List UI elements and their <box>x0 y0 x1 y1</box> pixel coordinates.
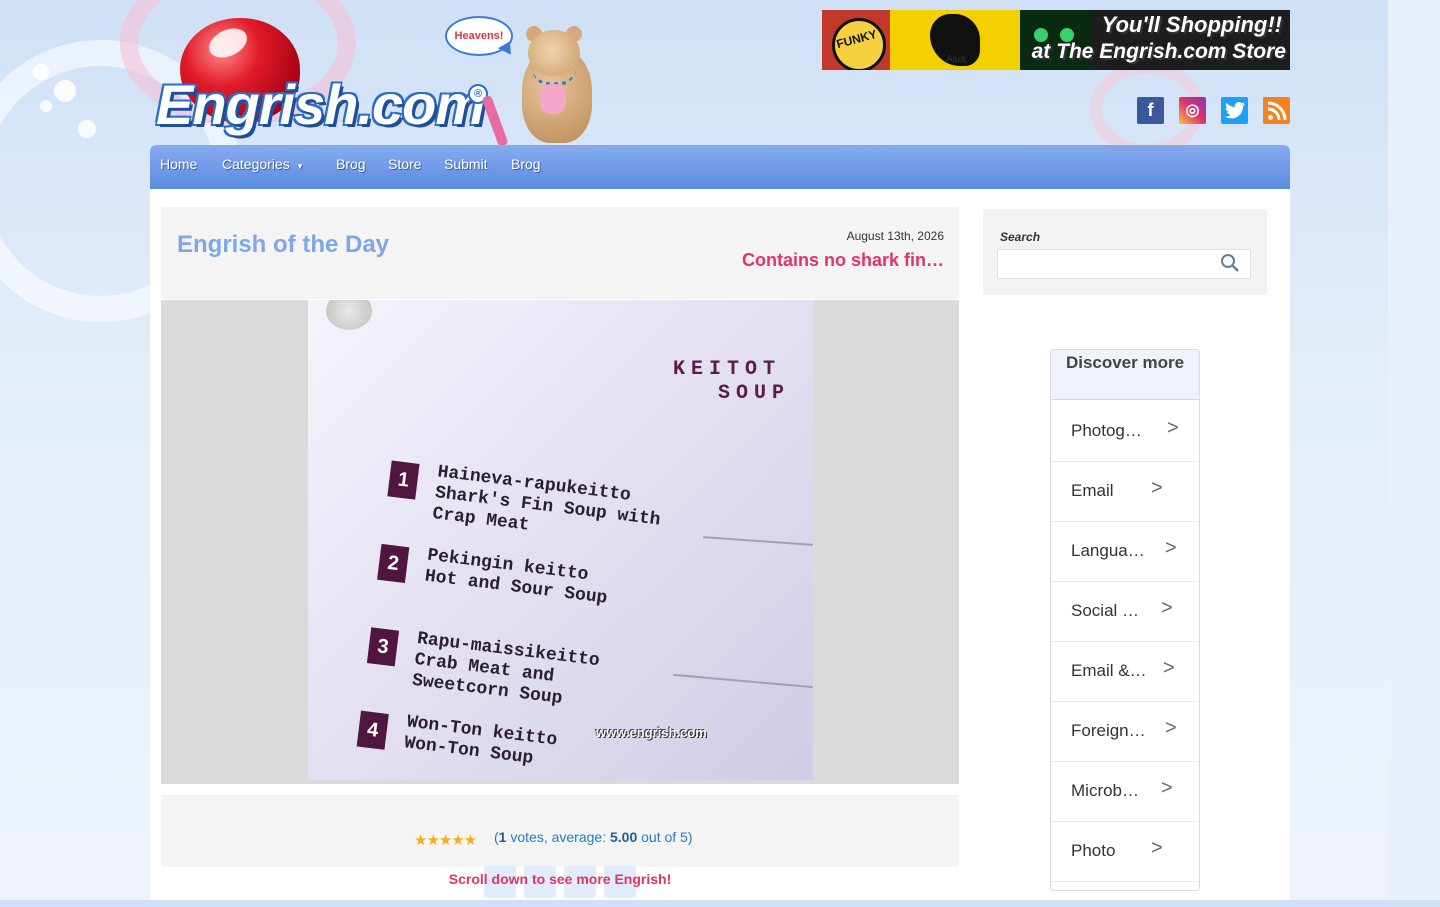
store-banner-ad[interactable]: FUNKY Asia You'll Shopping!! at The Engr… <box>822 10 1290 70</box>
post-title: Engrish of the Day <box>177 231 390 258</box>
chevron-right-icon: > <box>1161 777 1173 799</box>
menu-title-1: KEITOT <box>673 358 782 381</box>
nav-categories[interactable]: Categories ▾ <box>222 156 302 172</box>
dish-number: 2 <box>377 543 410 584</box>
banner-subline: at The Engrish.com Store <box>1031 40 1286 63</box>
nav-store[interactable]: Store <box>388 156 421 172</box>
nav-submit[interactable]: Submit <box>444 156 488 172</box>
search-input[interactable] <box>997 249 1251 279</box>
umbrella-graphic <box>481 94 509 148</box>
bg-bubble <box>33 64 49 80</box>
photo-frame: KEITOT SOUP 1 Haineva-rapukeitto Shark's… <box>161 300 959 784</box>
dish-text: Won-Ton keitto Won-Ton Soup <box>403 712 559 769</box>
bg-bubble <box>78 120 96 138</box>
dish-number: 1 <box>387 460 420 500</box>
chevron-right-icon: > <box>1151 477 1163 499</box>
post-header: Engrish of the Day August 13th, 2026 Con… <box>161 207 959 299</box>
nav-brog-2[interactable]: Brog <box>511 156 541 172</box>
rating-summary: (1 votes, average: 5.00 out of 5) <box>494 829 693 845</box>
instagram-icon[interactable]: ◎ <box>1179 97 1206 124</box>
discover-item[interactable]: Email &… > <box>1051 641 1199 702</box>
discover-item[interactable]: Email > <box>1051 461 1199 522</box>
post-photo[interactable]: KEITOT SOUP 1 Haineva-rapukeitto Shark's… <box>308 300 813 780</box>
post-date: August 13th, 2026 <box>846 229 944 243</box>
page-side-stripe <box>1388 0 1440 900</box>
chevron-right-icon: > <box>1161 597 1173 619</box>
star-rating[interactable]: ★★★★★ <box>414 831 477 849</box>
page-content: Engrish of the Day August 13th, 2026 Con… <box>150 189 1290 900</box>
rating-area: ★★★★★ (1 votes, average: 5.00 out of 5) <box>161 795 959 867</box>
dish-text: Pekingin keitto Hot and Sour Soup <box>423 545 609 609</box>
discover-item[interactable]: Social … > <box>1051 581 1199 642</box>
main-nav: Home Categories ▾ Brog Store Submit Brog <box>150 145 1290 189</box>
chevron-right-icon: > <box>1165 717 1177 739</box>
search-widget: Search <box>983 209 1267 295</box>
wall-knob <box>326 300 372 330</box>
discover-item[interactable]: Langua… > <box>1051 521 1199 582</box>
chevron-right-icon: > <box>1151 837 1163 859</box>
nav-categories-label: Categories <box>222 156 290 172</box>
bg-bubble <box>54 80 76 102</box>
twitter-icon[interactable] <box>1221 97 1248 124</box>
dish-text: Haineva-rapukeitto Shark's Fin Soup with… <box>431 462 662 536</box>
menu-title-2: SOUP <box>718 382 791 405</box>
average-rating: 5.00 <box>609 829 638 845</box>
discover-title: Discover more <box>1051 350 1199 400</box>
discover-item[interactable]: Photog… > <box>1051 401 1199 462</box>
chevron-down-icon: ▾ <box>297 161 303 171</box>
nav-brog[interactable]: Brog <box>336 156 366 172</box>
post: Engrish of the Day August 13th, 2026 Con… <box>161 207 959 907</box>
bg-bubble <box>40 100 52 112</box>
chevron-right-icon: > <box>1163 657 1175 679</box>
chevron-right-icon: > <box>1167 417 1179 439</box>
post-subtitle-link[interactable]: Contains no shark fin… <box>742 250 944 271</box>
discover-item[interactable]: Foreign… > <box>1051 701 1199 762</box>
dish-number: 3 <box>366 627 400 667</box>
dish-number: 4 <box>356 710 389 750</box>
discover-more-panel: Discover more Photog… > Email > Langua… … <box>1050 349 1200 891</box>
discover-item[interactable]: Photo > <box>1051 821 1199 882</box>
dish-text: Rapu-maissikeitto Crab Meat and Sweetcor… <box>410 629 601 710</box>
site-logo[interactable]: Engrish.com ® Heavens! <box>150 10 620 148</box>
facebook-icon[interactable]: f <box>1137 97 1164 124</box>
search-label: Search <box>1000 230 1041 244</box>
scroll-message: Scroll down to see more Engrish! <box>448 871 672 887</box>
nav-home[interactable]: Home <box>160 156 197 172</box>
asia-label: Asia <box>946 54 966 65</box>
hamster-mascot <box>510 20 602 145</box>
discover-item[interactable]: Microb… > <box>1051 761 1199 822</box>
banner-headline: You'll Shopping!! <box>1101 12 1282 37</box>
site-header: Engrish.com ® Heavens! FUNKY Asia You'll… <box>150 0 1290 148</box>
search-icon[interactable] <box>1220 253 1240 273</box>
logo-text: Engrish.com <box>156 73 485 136</box>
chevron-right-icon: > <box>1165 537 1177 559</box>
photo-watermark: www.engrish.com <box>596 725 707 740</box>
rss-icon[interactable] <box>1263 97 1290 124</box>
